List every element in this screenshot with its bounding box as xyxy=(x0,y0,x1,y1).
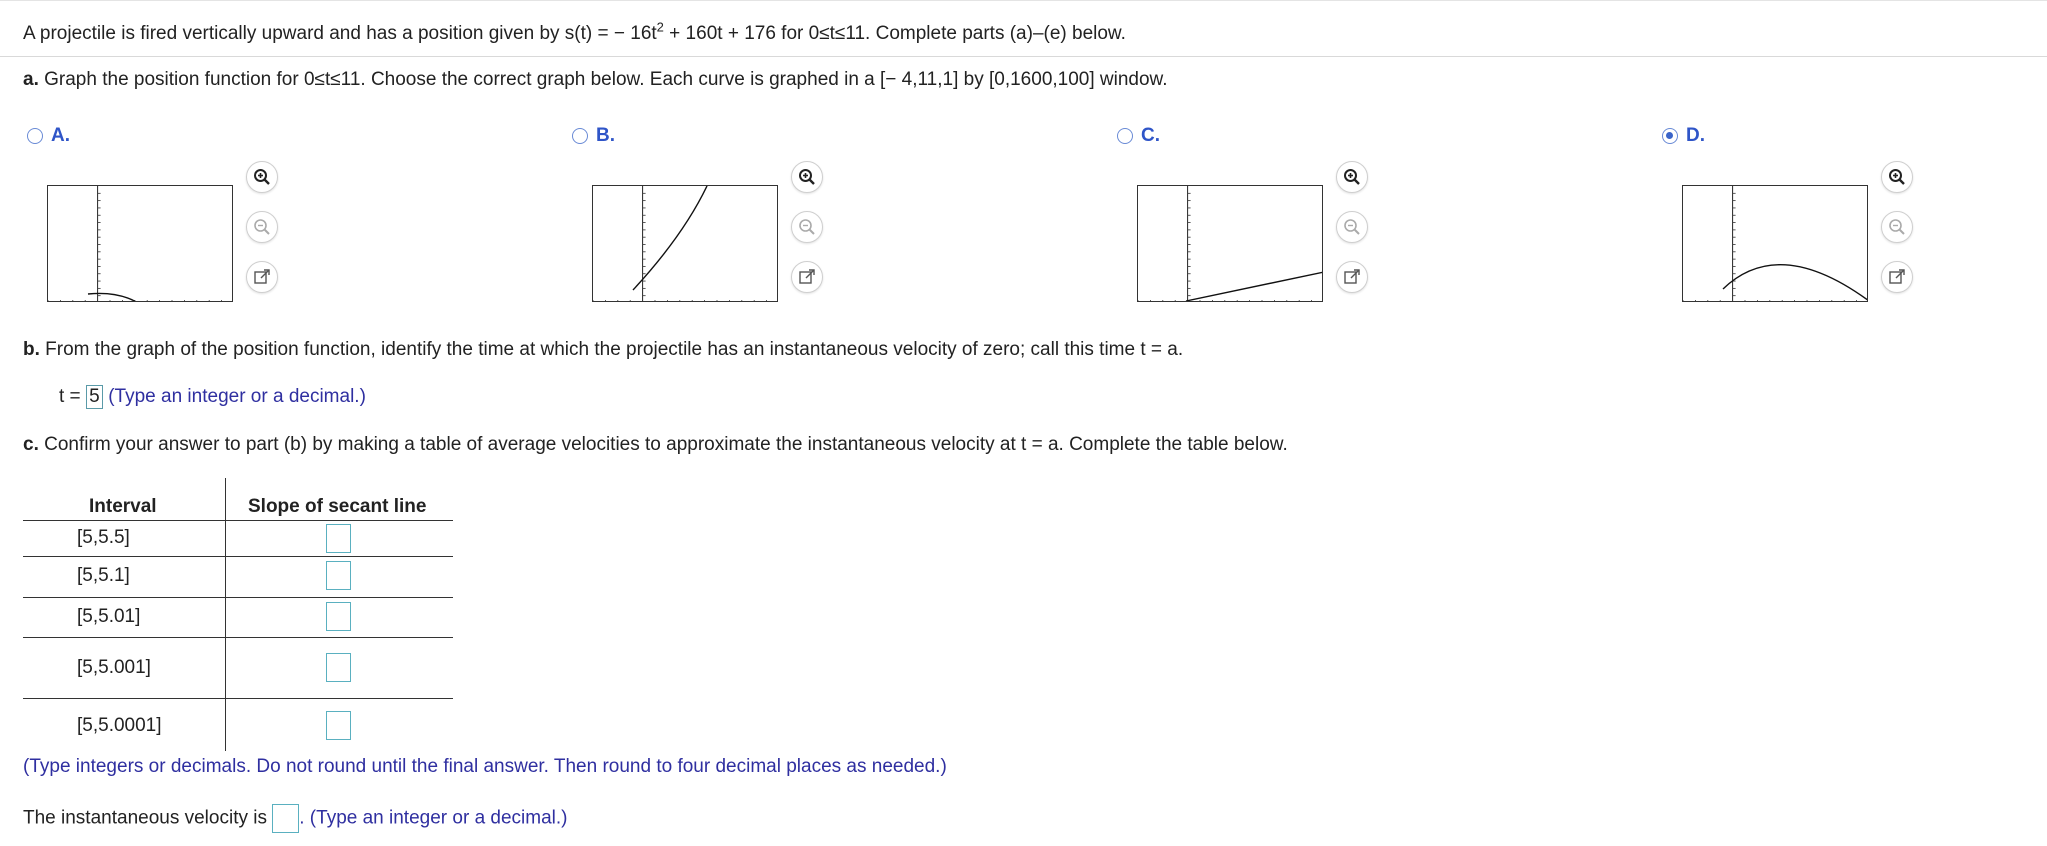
option-c-radio[interactable] xyxy=(1117,128,1133,144)
option-c-zoom-in-button[interactable] xyxy=(1336,161,1368,193)
table-hint: (Type integers or decimals. Do not round… xyxy=(23,756,947,777)
part-a-label: a. xyxy=(23,69,39,90)
problem-statement: A projectile is fired vertically upward … xyxy=(23,19,1126,46)
part-c-label: c. xyxy=(23,434,39,455)
part-a-question: a. Graph the position function for 0≤t≤1… xyxy=(23,68,1168,92)
graph-b-curve xyxy=(632,186,708,291)
zoom-out-icon xyxy=(254,219,270,235)
option-c-zoom-out-button[interactable] xyxy=(1336,211,1368,243)
table-row-divider xyxy=(23,637,453,638)
option-a-radio[interactable] xyxy=(27,128,43,144)
graph-c-curve xyxy=(1185,271,1322,301)
zoom-out-icon xyxy=(799,219,815,235)
problem-text-start: A projectile is fired vertically upward … xyxy=(23,23,657,44)
slope-input-row-1[interactable] xyxy=(326,524,351,553)
divider xyxy=(0,56,2047,57)
final-answer-prefix: The instantaneous velocity is xyxy=(23,807,273,829)
option-d-open-button[interactable] xyxy=(1881,261,1913,293)
table-row-divider xyxy=(23,556,453,557)
open-new-window-icon xyxy=(1889,269,1905,284)
final-answer-hint: . (Type an integer or a decimal.) xyxy=(299,807,568,829)
instantaneous-velocity-input[interactable] xyxy=(272,804,300,833)
part-b-hint: (Type an integer or a decimal.) xyxy=(108,386,366,408)
graph-d-curve xyxy=(1722,264,1867,301)
graph-a xyxy=(47,185,233,302)
option-d[interactable]: D. xyxy=(1662,125,1705,147)
graph-b xyxy=(592,185,778,302)
part-b-answer-input[interactable]: 5 xyxy=(85,385,103,409)
table-column-divider xyxy=(225,478,226,751)
part-c-text: Confirm your answer to part (b) by makin… xyxy=(38,434,1288,455)
open-new-window-icon xyxy=(799,269,815,284)
slope-input-row-4[interactable] xyxy=(326,653,351,682)
table-row-interval: [5,5.5] xyxy=(77,527,130,548)
slope-input-row-2[interactable] xyxy=(326,561,351,590)
option-b[interactable]: B. xyxy=(572,125,615,147)
graph-d xyxy=(1682,185,1868,302)
zoom-out-icon xyxy=(1889,219,1905,235)
graph-a-svg xyxy=(48,186,223,301)
open-new-window-icon xyxy=(1344,269,1360,284)
graph-a-curve xyxy=(87,292,136,301)
option-b-open-button[interactable] xyxy=(791,261,823,293)
zoom-out-icon xyxy=(1344,219,1360,235)
option-c-label: C. xyxy=(1141,125,1160,146)
problem-exponent: 2 xyxy=(656,19,664,35)
zoom-in-icon xyxy=(1889,169,1905,185)
option-c[interactable]: C. xyxy=(1117,125,1160,147)
option-a-label: A. xyxy=(51,125,70,146)
part-b-text: From the graph of the position function,… xyxy=(39,339,1184,360)
table-row-interval: [5,5.1] xyxy=(77,565,130,586)
zoom-in-icon xyxy=(799,169,815,185)
part-b-question: b. From the graph of the position functi… xyxy=(23,338,1183,362)
option-b-label: B. xyxy=(596,125,615,146)
option-c-open-button[interactable] xyxy=(1336,261,1368,293)
option-d-zoom-in-button[interactable] xyxy=(1881,161,1913,193)
zoom-in-icon xyxy=(1344,169,1360,185)
table-row-interval: [5,5.001] xyxy=(77,657,151,678)
part-b-label: b. xyxy=(23,339,40,360)
zoom-in-icon xyxy=(254,169,270,185)
option-d-radio[interactable] xyxy=(1662,128,1678,144)
option-b-radio[interactable] xyxy=(572,128,588,144)
table-header-interval: Interval xyxy=(89,496,157,517)
open-new-window-icon xyxy=(254,269,270,284)
part-a-text: Graph the position function for 0≤t≤11. … xyxy=(38,69,1168,90)
part-b-answer-prefix: t = xyxy=(59,386,86,408)
top-border xyxy=(0,0,2047,1)
option-a-zoom-in-button[interactable] xyxy=(246,161,278,193)
option-a[interactable]: A. xyxy=(27,125,70,147)
final-answer-row: The instantaneous velocity is . (Type an… xyxy=(23,804,568,833)
graph-b-svg xyxy=(593,186,768,301)
graph-d-svg xyxy=(1683,186,1867,301)
option-d-label: D. xyxy=(1686,125,1705,146)
graph-c xyxy=(1137,185,1323,302)
option-a-zoom-out-button[interactable] xyxy=(246,211,278,243)
option-b-zoom-out-button[interactable] xyxy=(791,211,823,243)
table-row-divider xyxy=(23,597,453,598)
slope-input-row-3[interactable] xyxy=(326,602,351,631)
option-d-zoom-out-button[interactable] xyxy=(1881,211,1913,243)
part-b-answer-row: t = 5 (Type an integer or a decimal.) xyxy=(59,385,366,409)
table-row-divider xyxy=(23,698,453,699)
table-header-slope: Slope of secant line xyxy=(248,496,427,517)
table-header-line xyxy=(23,520,453,521)
option-b-zoom-in-button[interactable] xyxy=(791,161,823,193)
table-row-interval: [5,5.01] xyxy=(77,606,141,627)
part-c-question: c. Confirm your answer to part (b) by ma… xyxy=(23,433,1288,457)
graph-c-svg xyxy=(1138,186,1322,301)
option-a-open-button[interactable] xyxy=(246,261,278,293)
problem-text-end: + 160t + 176 for 0≤t≤11. Complete parts … xyxy=(663,23,1126,44)
table-row-interval: [5,5.0001] xyxy=(77,715,162,736)
slope-input-row-5[interactable] xyxy=(326,711,351,740)
